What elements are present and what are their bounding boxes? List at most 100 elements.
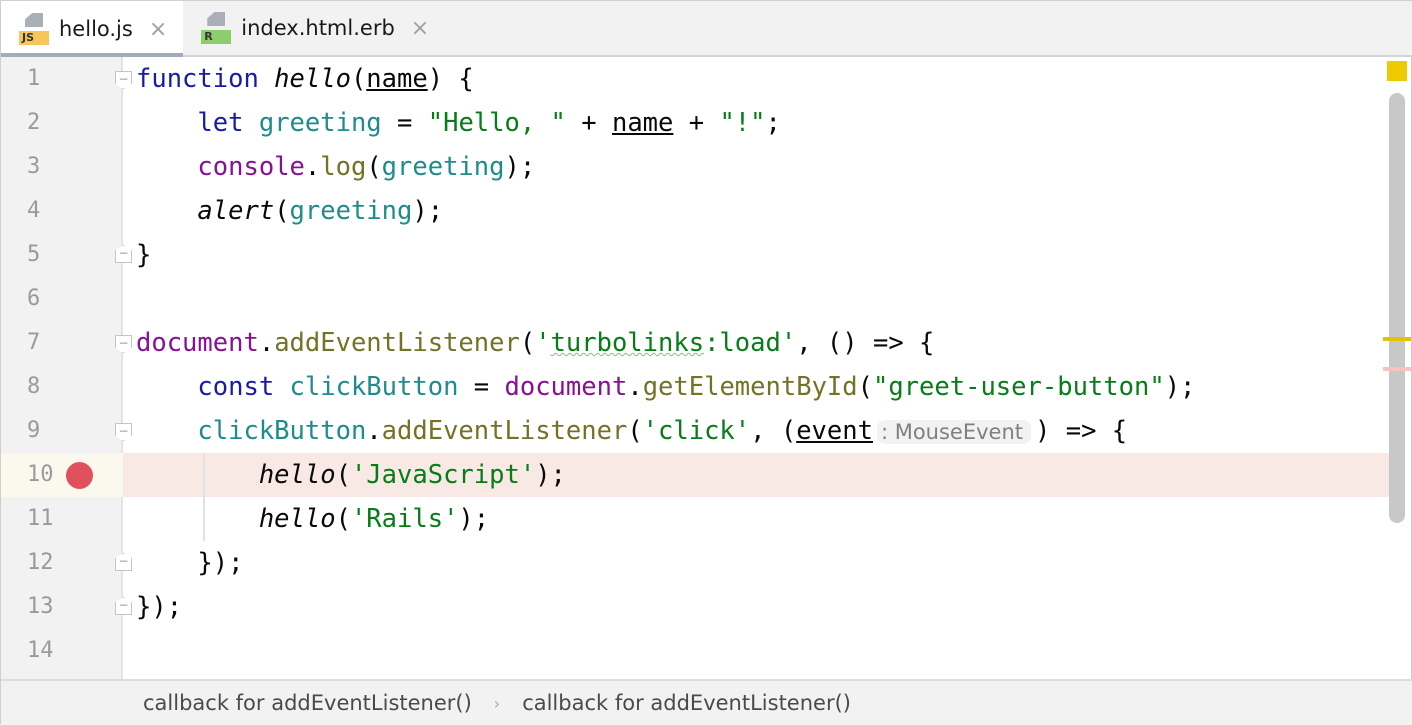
code-token: 'click' [643,416,750,446]
line-number[interactable]: 2 [1,101,123,145]
code-token: hello [259,504,336,534]
breakpoint-marker[interactable] [1383,367,1411,371]
code-token: + [673,108,719,138]
code-line[interactable]: 2 let greeting = "Hello, " + name + "!"; [1,101,1391,145]
code-line[interactable]: 13−}); [1,585,1391,629]
line-number[interactable]: 11 [1,497,123,541]
code-token: , () => { [796,328,934,358]
close-icon[interactable]: × [411,16,429,41]
code-token [136,416,197,446]
code-token: . [259,328,274,358]
tab-hello-js[interactable]: JShello.js× [1,1,183,57]
code-text: hello('JavaScript'); [136,460,566,490]
code-token: ) => { [1035,416,1127,446]
code-token [136,460,259,490]
code-text: }); [136,548,243,578]
code-token [136,152,197,182]
line-number[interactable]: 9 [1,409,123,453]
code-token: document [505,372,628,402]
code-token: hello [259,460,336,490]
code-text: alert(greeting); [136,196,443,226]
code-text: }); [136,592,182,622]
code-token: ( [336,504,351,534]
code-token: ( [366,152,381,182]
code-token: addEventListener [274,328,520,358]
code-token: }); [136,548,243,578]
code-token: ) { [428,64,474,94]
code-line[interactable]: 4 alert(greeting); [1,189,1391,233]
code-text: console.log(greeting); [136,152,535,182]
code-text: hello('Rails'); [136,504,489,534]
code-line[interactable]: 11 hello('Rails'); [1,497,1391,541]
inspection-status-icon[interactable] [1387,61,1407,81]
code-token: ( [274,196,289,226]
code-token: ' [535,328,550,358]
code-line[interactable]: 1−function hello(name) { [1,57,1391,101]
breadcrumb: callback for addEventListener() › callba… [1,679,1412,725]
code-line[interactable]: 3 console.log(greeting); [1,145,1391,189]
code-token: ( [336,460,351,490]
code-token: . [366,416,381,446]
code-line[interactable]: 6 [1,277,1391,321]
code-text: const clickButton = document.getElementB… [136,372,1195,402]
code-token: . [627,372,642,402]
line-number[interactable]: 13 [1,585,123,629]
code-token: . [305,152,320,182]
code-line[interactable]: 7−document.addEventListener('turbolinks:… [1,321,1391,365]
code-line[interactable]: 12− }); [1,541,1391,585]
code-token: function [136,64,274,94]
line-number[interactable]: 14 [1,629,123,673]
close-icon[interactable]: × [149,17,167,42]
file-type-icon: JS [19,13,49,45]
code-line[interactable]: 5−} [1,233,1391,277]
tab-index-html-erb[interactable]: Rindex.html.erb× [183,1,445,55]
code-token: :load' [704,328,796,358]
warning-marker[interactable] [1383,337,1411,341]
code-token: ( [627,416,642,446]
code-token: "Hello, " [428,108,566,138]
line-number[interactable]: 1 [1,57,123,101]
code-token: = [382,108,428,138]
code-token: 'Rails' [351,504,458,534]
code-token: greeting [259,108,382,138]
editor-tabs: JShello.js×Rindex.html.erb× [1,1,1412,57]
code-text: let greeting = "Hello, " + name + "!"; [136,108,781,138]
code-token: log [320,152,366,182]
chevron-right-icon: › [494,694,500,713]
indent-guide [203,453,205,541]
code-token: alert [197,196,274,226]
line-number[interactable]: 6 [1,277,123,321]
line-number[interactable]: 3 [1,145,123,189]
line-number[interactable]: 4 [1,189,123,233]
code-token [136,504,259,534]
code-token: ( [520,328,535,358]
code-token: ); [412,196,443,226]
code-token: } [136,240,151,270]
code-line[interactable]: 9− clickButton.addEventListener('click',… [1,409,1391,453]
code-token: "!" [719,108,765,138]
breadcrumb-item[interactable]: callback for addEventListener() [143,691,472,715]
code-editor[interactable]: 1−function hello(name) {2 let greeting =… [1,57,1391,673]
code-token: ( [858,372,873,402]
line-number[interactable]: 12 [1,541,123,585]
code-text: } [136,240,151,270]
line-number[interactable]: 8 [1,365,123,409]
code-token: greeting [290,196,413,226]
line-number[interactable]: 5 [1,233,123,277]
code-token: "greet-user-button" [873,372,1165,402]
breadcrumb-item[interactable]: callback for addEventListener() [522,691,851,715]
code-token: name [366,64,427,94]
code-line[interactable]: 14 [1,629,1391,673]
vertical-scrollbar[interactable] [1389,93,1405,523]
line-number[interactable]: 7 [1,321,123,365]
inlay-type-hint: : MouseEvent [877,420,1031,444]
code-token: greeting [382,152,505,182]
code-token [136,372,197,402]
code-token: ); [458,504,489,534]
breakpoint-icon[interactable] [66,462,93,489]
code-token: turbolinks [551,328,705,358]
code-line[interactable]: 10 hello('JavaScript'); [1,453,1391,497]
line-number[interactable]: 10 [1,453,123,497]
code-token: 'JavaScript' [351,460,535,490]
code-line[interactable]: 8 const clickButton = document.getElemen… [1,365,1391,409]
